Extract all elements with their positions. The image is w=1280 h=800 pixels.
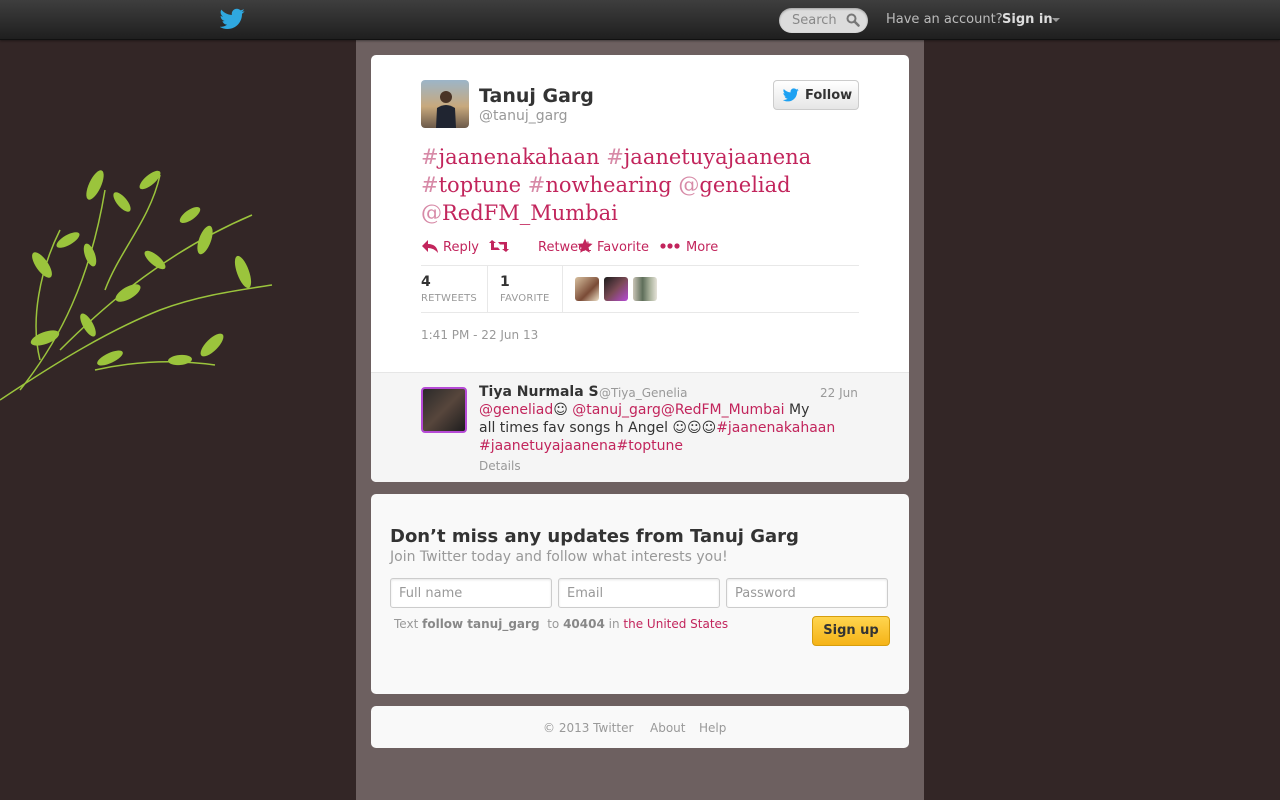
copyright-text: © 2013 Twitter bbox=[543, 721, 634, 735]
twitter-bird-icon bbox=[783, 88, 799, 102]
hashtag-link[interactable]: #nowhearing bbox=[528, 173, 672, 197]
reply-avatar[interactable] bbox=[421, 387, 467, 433]
retweets-count[interactable]: 4 bbox=[421, 274, 431, 290]
search-icon[interactable] bbox=[846, 13, 860, 27]
signup-card: Don’t miss any updates from Tanuj Garg J… bbox=[371, 494, 909, 694]
hashtag-link[interactable]: #jaanetuyajaanena bbox=[479, 438, 616, 454]
reply-author-handle[interactable]: @Tiya_Genelia bbox=[599, 386, 687, 400]
about-link[interactable]: About bbox=[650, 721, 685, 735]
password-field[interactable] bbox=[726, 578, 888, 608]
mention-link[interactable]: @geneliad bbox=[479, 402, 553, 418]
mention-link[interactable]: @geneliad bbox=[678, 173, 790, 197]
reply-author-name[interactable]: Tiya Nurmala S bbox=[479, 384, 599, 400]
user-avatar[interactable] bbox=[575, 277, 599, 301]
sign-in-link[interactable]: Sign in bbox=[1002, 12, 1053, 27]
author-handle[interactable]: @tanuj_garg bbox=[479, 108, 568, 124]
search-placeholder: Search bbox=[792, 13, 837, 28]
branch-decoration bbox=[0, 170, 273, 401]
user-avatar[interactable] bbox=[633, 277, 657, 301]
full-name-input[interactable] bbox=[391, 579, 551, 607]
follow-button[interactable]: Follow bbox=[773, 80, 859, 110]
sms-follow-text: Text follow tanuj_garg to 40404 in the U… bbox=[394, 617, 729, 631]
retweet-icon bbox=[489, 240, 509, 252]
reply-tweet: Tiya Nurmala S @Tiya_Genelia 22 Jun @gen… bbox=[371, 372, 909, 482]
full-name-field[interactable] bbox=[390, 578, 552, 608]
search-input[interactable]: Search bbox=[779, 8, 868, 33]
mention-link[interactable]: @tanuj_garg bbox=[572, 402, 661, 418]
favorites-count[interactable]: 1 bbox=[500, 274, 510, 290]
footer: © 2013 Twitter About Help bbox=[371, 706, 909, 748]
tweet-stats: 4 RETWEETS 1 FAVORITE bbox=[421, 265, 859, 313]
author-name[interactable]: Tanuj Garg bbox=[479, 85, 594, 107]
divider bbox=[562, 266, 563, 312]
reply-text: @geneliad☺ @tanuj_garg@RedFM_Mumbai My a… bbox=[479, 402, 836, 454]
divider bbox=[487, 266, 488, 312]
chevron-down-icon[interactable] bbox=[1052, 18, 1060, 22]
follow-label: Follow bbox=[805, 88, 853, 103]
tweet-text: #jaanenakahaan #jaanetuyajaanena #toptun… bbox=[421, 143, 821, 227]
mention-link[interactable]: @RedFM_Mumbai bbox=[661, 402, 785, 418]
country-link[interactable]: the United States bbox=[623, 617, 728, 631]
person-photo-icon bbox=[436, 91, 456, 128]
mention-link[interactable]: @RedFM_Mumbai bbox=[421, 201, 618, 225]
hashtag-link[interactable]: #jaanetuyajaanena bbox=[606, 145, 811, 169]
hashtag-link[interactable]: #jaanenakahaan bbox=[421, 145, 600, 169]
reply-date[interactable]: 22 Jun bbox=[820, 386, 858, 400]
hashtag-link[interactable]: #toptune bbox=[616, 438, 683, 454]
signup-heading: Don’t miss any updates from Tanuj Garg bbox=[390, 526, 799, 547]
email-field[interactable] bbox=[558, 578, 720, 608]
top-navigation-bar: Search Have an account? Sign in bbox=[0, 0, 1280, 40]
tweet-card: Tanuj Garg @tanuj_garg Follow #jaanenaka… bbox=[371, 55, 909, 482]
help-link[interactable]: Help bbox=[699, 721, 726, 735]
have-account-text: Have an account? bbox=[886, 12, 1003, 27]
details-link[interactable]: Details bbox=[479, 459, 521, 473]
retweets-label[interactable]: RETWEETS bbox=[421, 293, 477, 304]
user-avatar[interactable] bbox=[604, 277, 628, 301]
more-icon bbox=[660, 243, 680, 249]
email-input[interactable] bbox=[559, 579, 719, 607]
signup-subheading: Join Twitter today and follow what inter… bbox=[390, 549, 728, 565]
hashtag-link[interactable]: #toptune bbox=[421, 173, 521, 197]
tweet-timestamp[interactable]: 1:41 PM - 22 Jun 13 bbox=[421, 328, 538, 342]
favorites-label[interactable]: FAVORITE bbox=[500, 293, 550, 304]
hashtag-link[interactable]: #jaanenakahaan bbox=[716, 420, 835, 436]
sign-up-button[interactable]: Sign up bbox=[812, 616, 890, 646]
reply-icon bbox=[422, 240, 438, 253]
star-icon bbox=[577, 238, 593, 253]
password-input[interactable] bbox=[727, 579, 887, 607]
author-avatar[interactable] bbox=[421, 80, 469, 128]
twitter-bird-icon[interactable] bbox=[220, 8, 245, 30]
